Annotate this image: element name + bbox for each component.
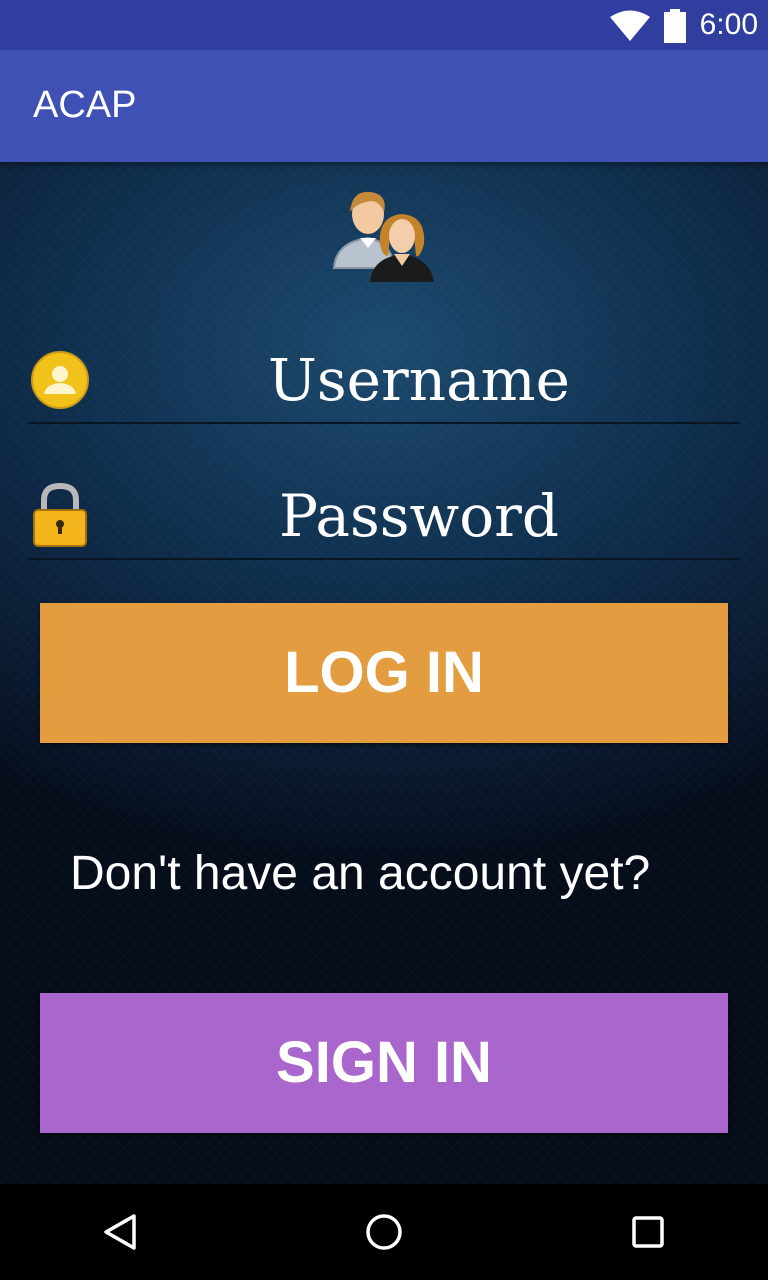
status-time: 6:00 bbox=[699, 8, 758, 41]
home-icon[interactable] bbox=[364, 1212, 404, 1252]
user-avatar-icon bbox=[31, 351, 89, 409]
wifi-icon bbox=[610, 10, 650, 41]
back-icon[interactable] bbox=[100, 1212, 140, 1252]
status-bar: 6:00 bbox=[0, 0, 768, 50]
login-content: Username Password LOG IN Don't have an a… bbox=[0, 162, 768, 1184]
recents-icon[interactable] bbox=[628, 1212, 668, 1252]
login-button[interactable]: LOG IN bbox=[40, 603, 728, 743]
lock-icon bbox=[33, 482, 87, 547]
username-placeholder: Username bbox=[268, 346, 570, 414]
app-title: ACAP bbox=[33, 84, 137, 126]
signin-button[interactable]: SIGN IN bbox=[40, 993, 728, 1133]
username-field[interactable]: Username bbox=[28, 332, 740, 424]
navigation-bar bbox=[0, 1184, 768, 1280]
password-placeholder: Password bbox=[279, 482, 559, 550]
signup-prompt: Don't have an account yet? bbox=[70, 847, 651, 900]
app-bar: ACAP bbox=[0, 50, 768, 162]
battery-icon bbox=[664, 9, 686, 43]
password-field[interactable]: Password bbox=[28, 468, 740, 560]
users-icon bbox=[332, 191, 434, 282]
